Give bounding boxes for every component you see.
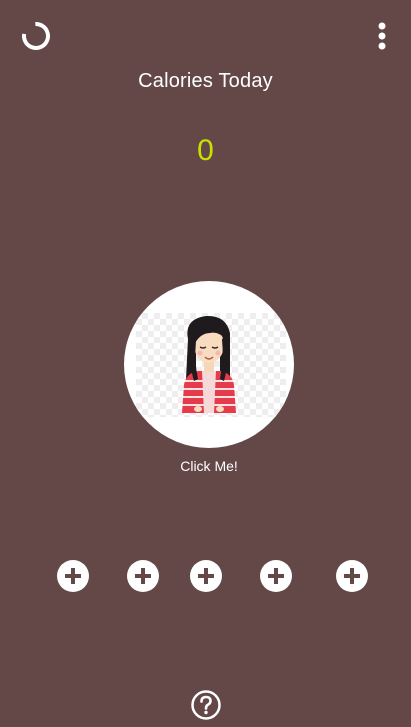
- add-button-5[interactable]: [336, 560, 368, 592]
- plus-icon: [198, 568, 214, 584]
- add-button-3[interactable]: [190, 560, 222, 592]
- plus-icon: [268, 568, 284, 584]
- page-title: Calories Today: [138, 70, 273, 92]
- more-vertical-icon: [378, 22, 386, 50]
- help-button[interactable]: [189, 688, 223, 722]
- question-circle-icon: [191, 690, 221, 720]
- add-button-1[interactable]: [57, 560, 89, 592]
- avatar-button[interactable]: [124, 281, 294, 448]
- plus-icon: [65, 568, 81, 584]
- calorie-count: 0: [197, 134, 214, 167]
- avatar-label: Click Me!: [180, 458, 238, 474]
- overflow-menu-button[interactable]: [364, 14, 400, 58]
- plus-icon: [344, 568, 360, 584]
- add-button-2[interactable]: [127, 560, 159, 592]
- reset-button[interactable]: [16, 16, 56, 56]
- circle-refresh-icon: [22, 22, 50, 50]
- add-button-4[interactable]: [260, 560, 292, 592]
- plus-icon: [135, 568, 151, 584]
- girl-avatar-illustration: [182, 315, 236, 413]
